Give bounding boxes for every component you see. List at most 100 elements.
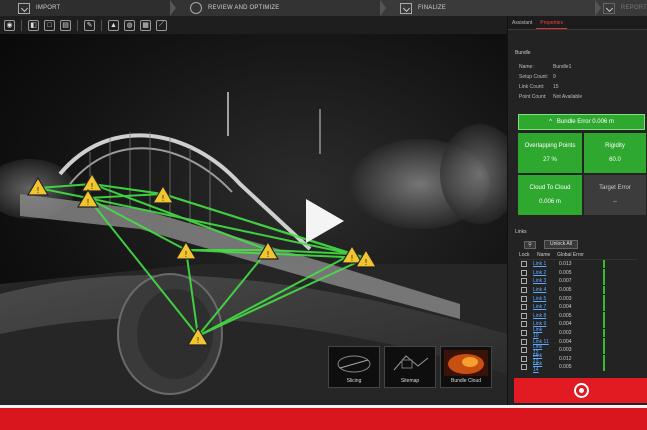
link-name[interactable]: Link 8 <box>533 313 549 319</box>
property-key: Link Count: <box>519 84 545 90</box>
link-name[interactable]: Link 7 <box>533 304 549 310</box>
lock-checkbox[interactable] <box>521 355 527 362</box>
box-icon[interactable]: □ <box>44 19 55 31</box>
svg-text:!: ! <box>197 336 199 345</box>
table-header: Lock Name Global Error <box>519 252 637 260</box>
svg-text:!: ! <box>87 198 89 207</box>
thumbnail-label: Bundle Cloud <box>450 378 482 384</box>
property-key: Point Count: <box>519 94 547 100</box>
lock-checkbox[interactable] <box>521 269 527 276</box>
view-icon[interactable]: ▤ <box>60 19 71 31</box>
error-bar <box>603 277 605 286</box>
column-header-global-error: Global Error <box>557 252 584 258</box>
link-tool-icon[interactable]: ⚲ <box>524 240 536 249</box>
grid-icon[interactable]: ▦ <box>140 19 151 31</box>
link-global-error: 0.012 <box>559 355 572 362</box>
property-value: 15 <box>553 84 559 90</box>
lock-checkbox[interactable] <box>521 287 527 294</box>
step-separator <box>170 0 176 16</box>
3d-viewport[interactable]: ◉ ◧ □ ▤ ✎ ▲ ◍ ▦ ⟋ ! ! ! ! ! ! ! ! ! Slic… <box>0 16 507 405</box>
workflow-step-finalize[interactable]: FINALIZE <box>380 0 601 16</box>
tile-cloud-to-cloud[interactable]: Cloud To Cloud 0.006 m <box>518 175 582 215</box>
target-icon[interactable]: ▲ <box>108 19 119 31</box>
workflow-step-report[interactable]: REPORT <box>595 0 647 16</box>
tile-value: -- <box>613 199 617 205</box>
svg-text:!: ! <box>351 254 353 263</box>
sitemap-preview <box>393 355 429 371</box>
link-global-error: 0.003 <box>559 295 572 302</box>
tab-properties[interactable]: Properties <box>536 16 568 29</box>
table-row[interactable]: Link 7 0.004 <box>519 303 637 312</box>
property-key: Setup Count: <box>519 74 549 80</box>
thumbnail-sitemap[interactable]: Sitemap <box>384 346 436 388</box>
table-row[interactable]: Link 3 0.007 <box>519 277 637 286</box>
link-global-error: 0.005 <box>559 312 572 319</box>
tab-assistant[interactable]: Assistant <box>508 16 536 29</box>
workflow-step-import[interactable]: IMPORT <box>0 0 176 16</box>
tile-target-error[interactable]: Target Error -- <box>584 175 646 215</box>
table-row[interactable]: Link 14 0.005 <box>519 361 637 373</box>
lock-checkbox[interactable] <box>521 330 527 337</box>
globe-icon[interactable]: ◍ <box>124 19 135 31</box>
cube-icon[interactable]: ◧ <box>28 19 39 31</box>
lock-checkbox[interactable] <box>521 364 527 371</box>
toolbar-divider <box>77 19 78 31</box>
lock-checkbox[interactable] <box>521 295 527 302</box>
bundle-error-label: Bundle Error 0.006 m <box>556 119 614 125</box>
tile-value: 60.0 <box>609 157 621 163</box>
chevron-up-icon: ^ <box>549 119 552 125</box>
lock-checkbox[interactable] <box>521 304 527 311</box>
tile-overlapping-points[interactable]: Overlapping Points 27 % <box>518 133 582 173</box>
link-name[interactable]: Link 1 <box>533 261 549 267</box>
table-row[interactable]: Link 8 0.005 <box>519 311 637 321</box>
table-row[interactable]: Link 1 0.013 <box>519 260 637 269</box>
link-global-error: 0.004 <box>559 338 572 345</box>
link-name[interactable]: Link 4 <box>533 287 549 293</box>
link-global-error: 0.005 <box>559 364 572 371</box>
play-icon[interactable] <box>306 199 344 243</box>
unlock-all-button[interactable]: Unlock All <box>544 240 578 249</box>
table-row[interactable]: Link 5 0.003 <box>519 294 637 303</box>
link-global-error: 0.004 <box>559 321 572 328</box>
lock-checkbox[interactable] <box>521 338 527 345</box>
lock-checkbox[interactable] <box>521 321 527 328</box>
link-global-error: 0.007 <box>559 278 572 285</box>
lock-checkbox[interactable] <box>521 278 527 285</box>
error-bar <box>603 286 605 295</box>
link-name[interactable]: Link 3 <box>533 278 549 284</box>
error-bar <box>603 354 605 363</box>
brush-icon[interactable]: ⟋ <box>156 19 167 31</box>
link-global-error: 0.005 <box>559 287 572 294</box>
table-row[interactable]: Link 2 0.005 <box>519 268 637 278</box>
svg-text:!: ! <box>162 194 164 203</box>
bundle-cloud-preview <box>444 350 488 376</box>
pencil-icon[interactable]: ✎ <box>84 19 95 31</box>
table-row[interactable]: Link 10 0.002 <box>519 327 637 339</box>
lock-checkbox[interactable] <box>521 347 527 354</box>
link-name[interactable]: Link 10 <box>533 327 549 339</box>
tile-rigidity[interactable]: Rigidity 60.0 <box>584 133 646 173</box>
table-row[interactable]: Link 4 0.005 <box>519 286 637 295</box>
link-global-error: 0.004 <box>559 304 572 311</box>
section-title: Bundle <box>515 50 531 56</box>
link-name[interactable]: Link 2 <box>533 270 549 276</box>
link-name[interactable]: Link 5 <box>533 296 549 302</box>
thumbnail-slicing[interactable]: Slicing <box>328 346 380 388</box>
column-header-lock: Lock <box>519 252 530 258</box>
links-table: Lock Name Global Error Link 1 0.013 Link 2… <box>519 252 637 373</box>
tile-title: Rigidity <box>605 143 625 149</box>
lock-checkbox[interactable] <box>521 312 527 319</box>
register-action-button[interactable] <box>514 378 647 403</box>
bundle-error-button[interactable]: ^ Bundle Error 0.006 m <box>518 114 645 130</box>
links-toolbar: ⚲ Unlock All <box>524 240 647 249</box>
lock-checkbox[interactable] <box>521 261 527 268</box>
workflow-step-review[interactable]: REVIEW AND OPTIMIZE <box>170 0 386 16</box>
link-name[interactable]: Link 14 <box>533 361 549 373</box>
link-global-error: 0.002 <box>559 330 572 337</box>
workflow-step-label: REPORT <box>620 5 647 11</box>
tile-value: 0.006 m <box>539 199 561 205</box>
camera-icon[interactable]: ◉ <box>4 19 15 31</box>
viewport-toolbar: ◉ ◧ □ ▤ ✎ ▲ ◍ ▦ ⟋ <box>0 16 507 34</box>
thumbnail-bundle-cloud[interactable]: Bundle Cloud <box>440 346 492 388</box>
links-title: Links <box>515 229 527 235</box>
